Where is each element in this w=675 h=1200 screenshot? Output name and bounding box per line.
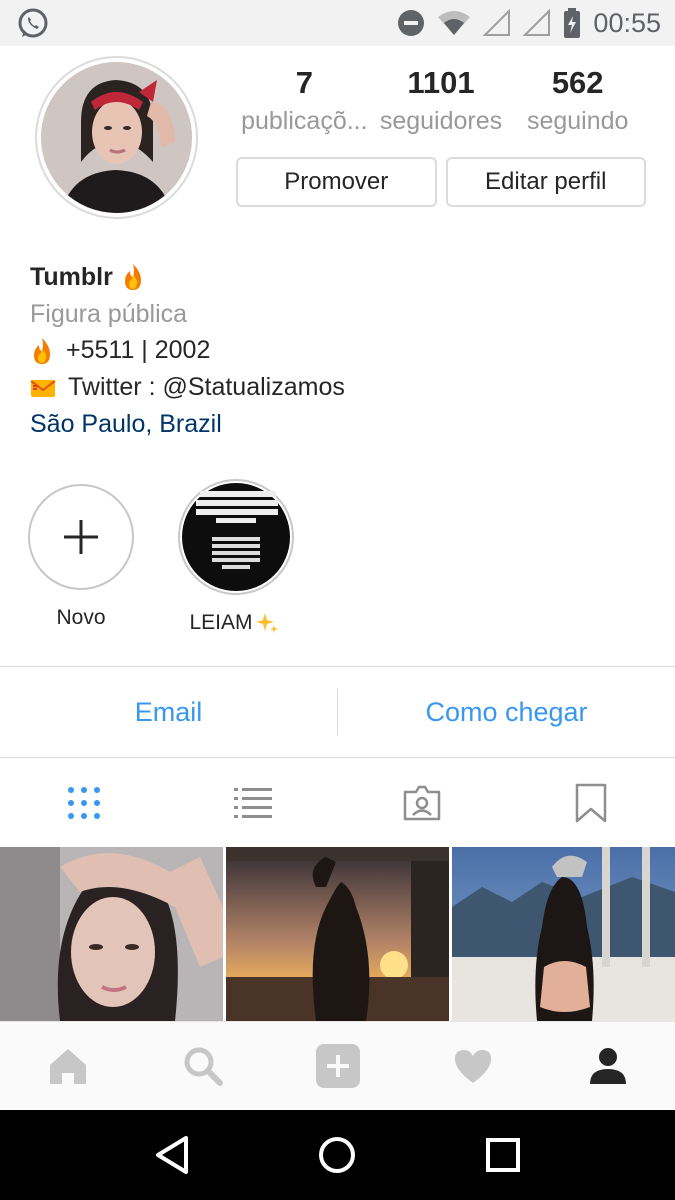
bio-line-phone: +5511 | 2002 (30, 332, 650, 369)
grid-icon (68, 787, 101, 819)
edit-profile-button[interactable]: Editar perfil (445, 157, 646, 207)
stat-posts[interactable]: 7 publicaçõ... (236, 62, 373, 138)
tab-tagged[interactable] (338, 759, 507, 847)
home-icon (49, 1049, 86, 1084)
incoming-envelope-emoji (30, 379, 56, 397)
bio-phone-text: +5511 | 2002 (66, 336, 211, 364)
back-icon[interactable] (154, 1135, 190, 1175)
signal-icon (523, 9, 551, 36)
tab-grid[interactable] (0, 759, 169, 847)
signal-icon (483, 9, 511, 36)
search-icon (184, 1047, 223, 1086)
profile-category: Figura pública (30, 300, 188, 328)
stat-followers[interactable]: 1101 seguidores (373, 62, 510, 138)
wifi-icon (438, 11, 471, 35)
fire-emoji (34, 337, 50, 364)
clock: 00:55 (593, 7, 661, 38)
system-navigation-bar (0, 1110, 675, 1200)
stat-following[interactable]: 562 seguindo (509, 62, 646, 138)
avatar-photo (41, 62, 192, 213)
following-count: 562 (551, 65, 604, 100)
bio-twitter-text: Twitter : @Statualizamos (68, 373, 345, 401)
promote-button[interactable]: Promover (236, 157, 437, 207)
tab-saved[interactable] (506, 759, 675, 847)
profile-name-row: Tumblr (30, 258, 650, 296)
do-not-disturb-icon (398, 10, 425, 36)
posts-count: 7 (295, 65, 313, 100)
nav-profile[interactable] (540, 1022, 675, 1111)
profile-bio: Tumblr Figura pública +5511 | 2002 Twitt… (30, 258, 650, 443)
home-button-icon[interactable] (317, 1135, 357, 1175)
followers-count: 1101 (407, 65, 475, 100)
following-label: seguindo (526, 107, 629, 135)
posts-grid (0, 847, 675, 1021)
tagged-icon (403, 785, 441, 821)
profile-stats: 7 publicaçõ... 1101 seguidores 562 segui… (236, 62, 646, 138)
battery-icon (564, 8, 581, 38)
plus-icon (64, 520, 98, 554)
add-post-icon (315, 1044, 360, 1088)
status-bar: 00:55 (0, 0, 675, 46)
nav-home[interactable] (0, 1022, 135, 1111)
list-icon (234, 788, 273, 818)
post-thumbnail[interactable] (452, 847, 675, 1021)
heart-icon (454, 1050, 491, 1083)
highlight-leiam-label: LEIAM (178, 611, 290, 635)
post-thumbnail[interactable] (0, 847, 223, 1021)
profile-name: Tumblr (30, 263, 113, 291)
recent-apps-icon[interactable] (485, 1137, 521, 1173)
contact-row: Email Como chegar (0, 666, 675, 758)
directions-button[interactable]: Como chegar (338, 697, 675, 728)
post-thumbnail[interactable] (226, 847, 449, 1021)
posts-label: publicaçõ... (241, 107, 368, 135)
sparkles-emoji (255, 613, 278, 633)
highlight-cover-image (182, 483, 290, 591)
highlight-leiam[interactable]: LEIAM (178, 479, 294, 635)
nav-activity[interactable] (405, 1022, 540, 1111)
nav-add-post[interactable] (270, 1022, 405, 1111)
highlight-leiam-circle (178, 479, 294, 595)
profile-actions: Promover Editar perfil (236, 157, 646, 207)
profile-icon (589, 1048, 626, 1084)
nav-search[interactable] (135, 1022, 270, 1111)
bottom-navigation (0, 1021, 675, 1110)
fire-emoji (124, 264, 141, 290)
email-button[interactable]: Email (0, 697, 337, 728)
profile-avatar[interactable] (35, 56, 198, 219)
bookmark-icon (575, 783, 606, 823)
bio-line-twitter: Twitter : @Statualizamos (30, 369, 650, 406)
highlight-new[interactable]: Novo (25, 484, 137, 630)
followers-label: seguidores (379, 107, 503, 135)
profile-tabs (0, 759, 675, 847)
whatsapp-icon (16, 7, 50, 41)
highlight-new-label: Novo (56, 606, 106, 629)
profile-location-link[interactable]: São Paulo, Brazil (30, 406, 650, 443)
tab-list[interactable] (169, 759, 338, 847)
highlight-new-circle (28, 484, 134, 590)
